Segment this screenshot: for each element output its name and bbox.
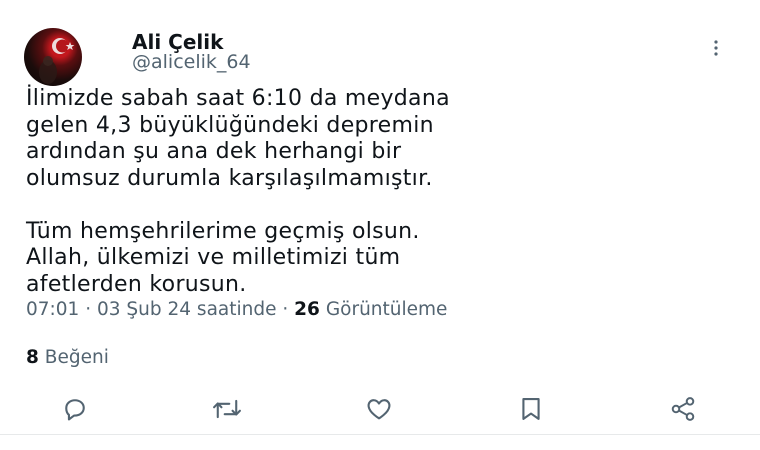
tweet-time[interactable]: 07:01 bbox=[26, 299, 79, 320]
tweet-date[interactable]: 03 Şub 24 saatinde bbox=[97, 299, 277, 320]
retweet-button[interactable] bbox=[212, 394, 242, 424]
reply-button[interactable] bbox=[60, 394, 90, 424]
views-count: 26 bbox=[294, 299, 320, 320]
like-button[interactable] bbox=[364, 394, 394, 424]
share-button[interactable] bbox=[668, 394, 698, 424]
bookmark-icon bbox=[522, 398, 540, 420]
retweet-icon bbox=[213, 399, 241, 419]
likes-count: 8 bbox=[26, 347, 39, 368]
bookmark-button[interactable] bbox=[516, 394, 546, 424]
tweet-meta: 07:01 · 03 Şub 24 saatinde · 26 Görüntül… bbox=[26, 298, 447, 322]
likes-summary[interactable]: 8 Beğeni bbox=[26, 346, 109, 370]
avatar[interactable] bbox=[24, 28, 82, 86]
more-options-icon[interactable] bbox=[706, 38, 726, 60]
avatar-image bbox=[39, 38, 75, 84]
meta-separator: · bbox=[282, 299, 289, 320]
action-bar bbox=[0, 392, 760, 426]
views-label: Görüntüleme bbox=[325, 299, 448, 320]
divider bbox=[0, 434, 760, 435]
user-handle[interactable]: @alicelik_64 bbox=[132, 50, 251, 74]
tweet: Ali Çelik @alicelik_64 İlimizde sabah sa… bbox=[0, 0, 760, 450]
like-icon bbox=[367, 399, 391, 420]
tweet-text: İlimizde sabah saat 6:10 da meydana gele… bbox=[26, 86, 450, 297]
reply-icon bbox=[65, 399, 85, 421]
meta-separator: · bbox=[85, 299, 92, 320]
likes-label: Beğeni bbox=[44, 347, 109, 368]
share-icon bbox=[671, 397, 695, 421]
